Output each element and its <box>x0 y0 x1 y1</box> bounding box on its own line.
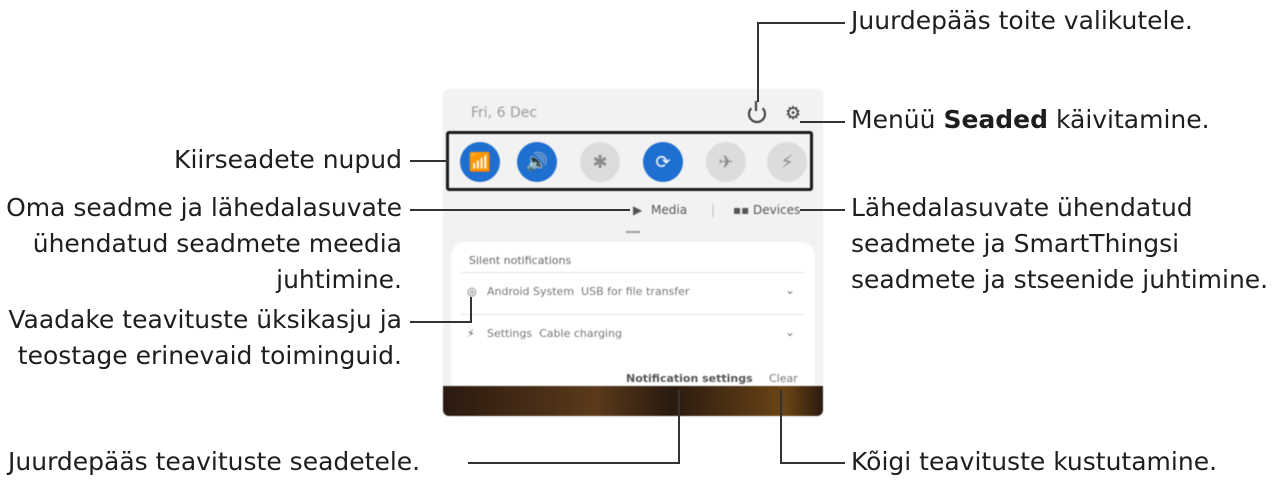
clear-leader-h <box>780 462 845 464</box>
airplane-icon: ✈ <box>718 151 734 173</box>
clear-leader-v <box>780 390 782 464</box>
power-icon[interactable] <box>748 105 766 123</box>
divider: | <box>711 203 716 217</box>
notif-settings-leader-h <box>468 462 680 464</box>
sound-toggle[interactable]: 🔊 <box>517 142 557 182</box>
auto-rotate-icon: ⟳ <box>655 151 671 173</box>
wifi-toggle[interactable]: 📶 <box>460 142 500 182</box>
media-play-icon: ▶ <box>633 203 643 217</box>
details-leader-v <box>470 297 472 323</box>
wallpaper-strip <box>443 386 823 416</box>
chevron-down-icon[interactable]: ⌄ <box>785 283 795 297</box>
callout-power: Juurdepääs toite valikutele. <box>851 6 1193 35</box>
notification-card: Silent notifications ◎ Android System US… <box>451 242 815 399</box>
notifications-header: Silent notifications <box>469 254 572 267</box>
airplane-toggle[interactable]: ✈ <box>706 142 746 182</box>
clear-button[interactable]: Clear <box>769 372 798 385</box>
quick-settings-highlight <box>446 131 813 191</box>
notification-item[interactable]: ⚡ Settings Cable charging ⌄ <box>461 314 805 355</box>
callout-clear-all: Kõigi teavituste kustutamine. <box>851 447 1218 476</box>
quick-buttons-leader <box>410 160 448 162</box>
power-leader-v <box>757 22 759 102</box>
callout-quick-buttons: Kiirseadete nupud <box>174 145 402 174</box>
sound-icon: 🔊 <box>525 151 549 173</box>
callout-details: Vaadake teavituste üksikasju ja teostage… <box>8 305 402 370</box>
auto-rotate-toggle[interactable]: ⟳ <box>643 142 683 182</box>
chevron-down-icon[interactable]: ⌄ <box>785 325 795 339</box>
notification-app: Settings Cable charging <box>487 327 622 340</box>
devices-button[interactable]: Devices <box>753 203 800 217</box>
date-label: Fri, 6 Dec <box>471 105 538 121</box>
callout-devices: Lähedalasuvate ühendatud seadmete ja Sma… <box>851 193 1269 294</box>
wifi-icon: 📶 <box>468 151 492 173</box>
devices-grid-icon: ▪▪ <box>733 203 750 217</box>
bluetooth-icon: ✱ <box>592 151 608 173</box>
power-leader-h <box>757 22 845 24</box>
charging-icon: ⚡ <box>467 327 475 340</box>
notif-settings-leader-v <box>678 390 680 464</box>
notification-settings-button[interactable]: Notification settings <box>626 372 753 385</box>
devices-leader <box>800 209 845 211</box>
drag-handle[interactable] <box>626 231 640 233</box>
gear-icon[interactable]: ⚙ <box>785 105 801 123</box>
notification-app: Android System USB for file transfer <box>487 285 690 298</box>
callout-settings: Menüü Seaded käivitamine. <box>851 105 1210 134</box>
callout-media: Oma seadme ja lähedalasuvate ühendatud s… <box>6 193 402 294</box>
callout-notification-settings: Juurdepääs teavituste seadetele. <box>8 447 421 476</box>
settings-leader <box>800 121 845 123</box>
bluetooth-toggle[interactable]: ✱ <box>580 142 620 182</box>
media-button[interactable]: Media <box>651 203 687 217</box>
notification-item[interactable]: ◎ Android System USB for file transfer ⌄ <box>461 272 805 313</box>
flashlight-toggle[interactable]: ⚡ <box>767 142 807 182</box>
details-leader-h <box>410 321 472 323</box>
notification-panel: Fri, 6 Dec ⚙ 📶 🔊 ✱ ⟳ ✈ ⚡ ▶ Media | ▪▪ De… <box>443 89 823 416</box>
media-leader <box>410 209 630 211</box>
flashlight-icon: ⚡ <box>780 151 794 173</box>
